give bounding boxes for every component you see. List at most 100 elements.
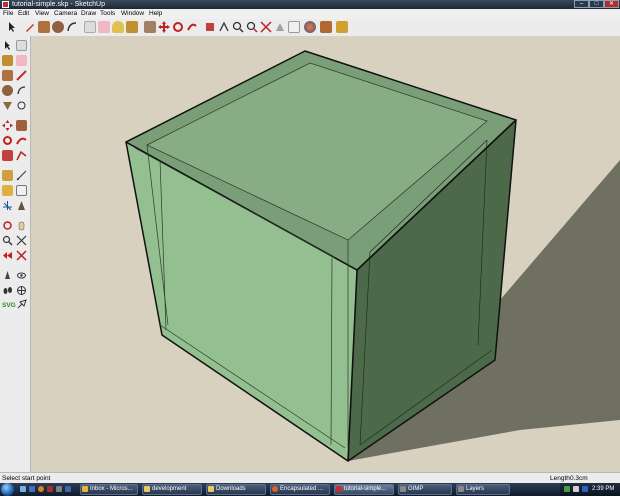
look-around-icon[interactable] [16,270,27,281]
menu-view[interactable]: View [35,9,49,19]
circle-icon[interactable] [2,85,13,96]
cube-scene[interactable] [31,36,620,472]
task-sketchup[interactable]: tutorial-simple... [334,484,394,495]
component-icon[interactable] [336,21,348,33]
scale-icon[interactable] [2,150,13,161]
sketchup-quicklaunch-icon[interactable] [47,486,53,492]
rotate-icon[interactable] [2,135,13,146]
tape-measure-icon[interactable] [2,170,13,181]
system-tray: 2:39 PM [560,483,620,496]
google-earth-icon[interactable] [304,21,316,33]
make-component-icon[interactable] [84,21,96,33]
zoom-extents-icon[interactable] [260,21,272,33]
folder-icon [144,486,150,492]
tape-measure-icon[interactable] [112,21,124,33]
firefox-icon [272,486,278,492]
zoom-icon[interactable] [2,235,13,246]
offset-tool-icon[interactable] [218,21,230,33]
outlook-icon [82,486,88,492]
maximize-button[interactable]: □ [589,0,604,8]
follow-me-icon[interactable] [16,135,27,146]
share-model-icon[interactable] [320,21,332,33]
offset-icon[interactable] [16,150,27,161]
main-toolbar [0,19,620,37]
tray-app-icon[interactable] [582,486,588,492]
model-viewport[interactable] [31,36,620,472]
dimension-icon[interactable] [16,170,27,181]
get-models-icon[interactable] [288,21,300,33]
pencil-tool-icon[interactable] [24,21,36,33]
paint-bucket-icon[interactable] [126,21,138,33]
gimp-quicklaunch-icon[interactable] [56,486,62,492]
scale-tool-icon[interactable] [204,21,216,33]
3d-text-icon[interactable] [16,200,27,211]
task-layers[interactable]: Layers [456,484,510,495]
zoom-extents-icon[interactable] [16,250,27,261]
folder-icon [208,486,214,492]
follow-me-icon[interactable] [186,21,198,33]
task-gimp[interactable]: GIMP [398,484,452,495]
windows-taskbar: Inbox - Micros... development Downloads … [0,483,620,496]
sketchup-app-icon [2,1,9,8]
task-encapsulated[interactable]: Encapsulated ... [270,484,330,495]
show-desktop-icon[interactable] [20,486,26,492]
move-tool-icon[interactable] [158,21,170,33]
circle-tool-icon[interactable] [52,21,64,33]
menu-camera[interactable]: Camera [54,9,77,19]
axes-icon[interactable] [2,200,13,211]
previous-view-icon[interactable] [274,21,286,33]
menu-tools[interactable]: Tools [100,9,115,19]
menu-file[interactable]: File [3,9,13,19]
rotate-tool-icon[interactable] [172,21,184,33]
make-component-icon[interactable] [16,40,27,51]
paint-bucket-icon[interactable] [2,55,13,66]
section-plane-icon[interactable] [16,285,27,296]
menu-draw[interactable]: Draw [81,9,96,19]
push-pull-icon[interactable] [16,120,27,131]
rectangle-tool-icon[interactable] [38,21,50,33]
firefox-quicklaunch-icon[interactable] [38,486,44,492]
task-inbox[interactable]: Inbox - Micros... [80,484,138,495]
zoom-window-icon[interactable] [16,235,27,246]
arc-icon[interactable] [16,85,27,96]
quick-launch-icon[interactable] [29,486,35,492]
tool-palette: SVG [0,36,31,472]
text-icon[interactable] [16,185,27,196]
select-tool-icon[interactable] [6,21,18,33]
minimize-button[interactable]: – [574,0,589,8]
explorer-quicklaunch-icon[interactable] [65,486,71,492]
svg-export-label[interactable]: SVG [2,302,16,309]
previous-view-icon[interactable] [2,250,13,261]
menu-edit[interactable]: Edit [18,9,29,19]
volume-icon[interactable] [573,486,579,492]
window-title: tutorial-simple.skp - SketchUp [12,1,105,8]
eraser-icon[interactable] [16,55,27,66]
network-icon[interactable] [564,486,570,492]
orbit-icon[interactable] [2,220,13,231]
zoom-window-icon[interactable] [246,21,258,33]
plugin-tool-icon[interactable] [17,299,28,310]
freehand-icon[interactable] [16,100,27,111]
move-icon[interactable] [2,120,13,131]
menu-help[interactable]: Help [149,9,162,19]
clock[interactable]: 2:39 PM [592,483,614,496]
protractor-icon[interactable] [2,185,13,196]
push-pull-icon[interactable] [144,21,156,33]
task-development[interactable]: development [142,484,202,495]
close-button[interactable]: ✕ [604,0,619,8]
select-arrow-icon[interactable] [2,40,13,51]
rectangle-icon[interactable] [2,70,13,81]
orbit-tool-icon[interactable] [232,21,244,33]
position-camera-icon[interactable] [2,270,13,281]
menu-window[interactable]: Window [121,9,144,19]
walk-icon[interactable] [2,285,13,296]
task-downloads[interactable]: Downloads [206,484,266,495]
sketchup-icon [336,486,342,492]
start-button[interactable] [1,483,14,496]
arc-tool-icon[interactable] [66,21,78,33]
pan-icon[interactable] [16,220,27,231]
title-bar: tutorial-simple.skp - SketchUp – □ ✕ [0,0,620,9]
line-icon[interactable] [16,70,27,81]
polygon-icon[interactable] [2,100,13,111]
eraser-tool-icon[interactable] [98,21,110,33]
